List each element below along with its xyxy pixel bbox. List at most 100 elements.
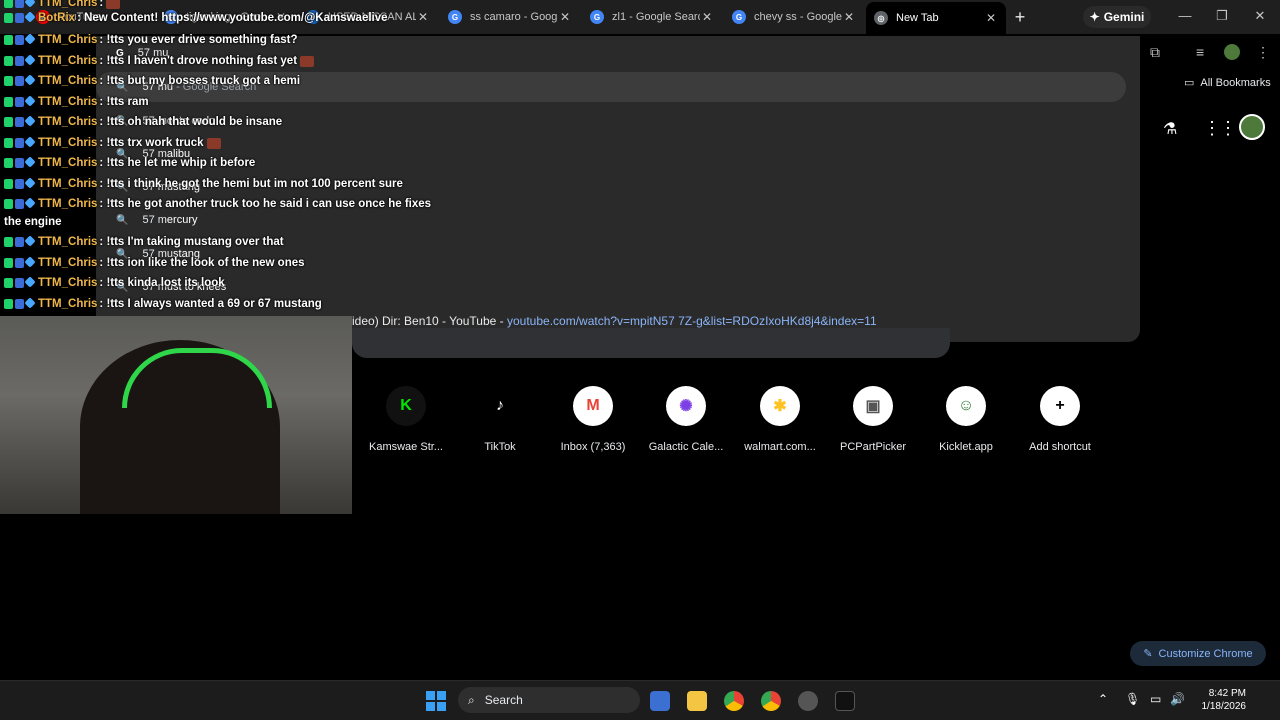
volume-icon[interactable]: 🔊 — [1170, 692, 1185, 706]
chat-message: TTM_Chris: !tts I always wanted a 69 or … — [4, 297, 322, 310]
chat-text: : !tts oh nah that would be insane — [99, 116, 283, 128]
shortcut-tile[interactable]: ♪ TikTok — [453, 386, 547, 453]
chat-badges-icon — [4, 136, 36, 148]
close-tab-icon[interactable]: ✕ — [558, 10, 572, 24]
shortcut-label: Kicklet.app — [939, 441, 993, 453]
history-suggestion[interactable]: ideo) Dir: Ben10 - YouTube - youtube.com… — [352, 314, 877, 328]
microphone-icon[interactable]: 🎙 — [1125, 692, 1140, 706]
shortcut-icon: ☺ — [946, 386, 986, 426]
tiktok-taskbar-icon[interactable] — [835, 691, 855, 711]
chat-badges-icon — [4, 95, 36, 107]
bookmarks-label: All Bookmarks — [1200, 76, 1271, 89]
chat-text: : New Content! https://www.youtube.com/@… — [77, 12, 388, 24]
sparkle-icon: ✦ — [1089, 10, 1100, 24]
chat-text: : !tts i think he got the hemi but im no… — [99, 178, 403, 190]
file-explorer-icon[interactable] — [687, 691, 707, 711]
network-icon[interactable]: ▭ — [1150, 692, 1161, 706]
chat-message: TTM_Chris: !tts kinda lost its look — [4, 276, 225, 289]
chat-message: TTM_Chris: !tts trx work truck — [4, 136, 221, 149]
profile-avatar[interactable] — [1224, 44, 1240, 60]
chat-username: TTM_Chris — [38, 198, 98, 210]
chat-message: TTM_Chris: !tts i think he got the hemi … — [4, 177, 403, 190]
chat-text: : !tts you ever drive something fast? — [99, 34, 298, 46]
chat-badges-icon — [4, 0, 36, 8]
tab-title: chevy ss - Google S — [754, 11, 842, 23]
system-clock[interactable]: 8:42 PM 1/18/2026 — [1194, 687, 1247, 713]
customize-label: Customize Chrome — [1158, 647, 1253, 660]
taskbar-search[interactable]: ⌕ Search — [458, 687, 640, 713]
shortcut-icon: ✺ — [666, 386, 706, 426]
chat-badges-icon — [4, 156, 36, 168]
shortcut-label: Kamswae Str... — [369, 441, 443, 453]
screen: ▶ YouTube G tiger king - Goo ✕ • USED NI… — [0, 0, 1280, 720]
tab-chevy-ss[interactable]: G chevy ss - Google S ✕ — [724, 5, 864, 29]
google-icon: G — [448, 10, 462, 24]
ntp-search-box[interactable] — [352, 328, 950, 358]
chat-username: TTM_Chris — [38, 34, 98, 46]
tab-ss-camaro[interactable]: G ss camaro - Googl ✕ — [440, 5, 580, 29]
shortcut-tile[interactable]: + Add shortcut — [1013, 386, 1107, 453]
close-tab-icon[interactable]: ✕ — [700, 10, 714, 24]
shortcut-label: PCPartPicker — [839, 441, 907, 453]
history-url[interactable]: youtube.com/watch?v=mpitN57 7Z-g&list=RD… — [507, 314, 877, 328]
chat-badges-icon — [4, 115, 36, 127]
chat-badges-icon — [4, 74, 36, 86]
labs-flask-icon[interactable]: ⚗ — [1163, 119, 1177, 139]
chat-message-continuation: the engine — [4, 216, 62, 228]
tab-zl1[interactable]: G zl1 - Google Search ✕ — [582, 5, 722, 29]
chat-message: TTM_Chris: !tts oh nah that would be ins… — [4, 115, 283, 128]
tab-title: ss camaro - Googl — [470, 11, 558, 23]
new-tab-button[interactable]: + — [1010, 8, 1030, 26]
folder-icon: ▭ — [1184, 77, 1195, 89]
store-icon[interactable] — [650, 691, 670, 711]
shortcut-tile[interactable]: ▣ PCPartPicker — [826, 386, 920, 453]
shortcut-tile[interactable]: ✺ Galactic Cale... — [639, 386, 733, 453]
taskbar-search-label: Search — [484, 693, 523, 707]
shortcut-tile[interactable]: K Kamswae Str... — [359, 386, 453, 453]
shortcut-tile[interactable]: ✱ walmart.com... — [733, 386, 827, 453]
gemini-button[interactable]: ✦ Gemini — [1083, 6, 1151, 28]
shortcut-label: Inbox (7,363) — [560, 441, 626, 453]
maximize-button[interactable]: ❐ — [1212, 8, 1232, 24]
shortcut-label: Galactic Cale... — [648, 441, 724, 453]
shortcut-tile[interactable]: ☺ Kicklet.app — [919, 386, 1013, 453]
chat-username: TTM_Chris — [38, 157, 98, 169]
chrome-taskbar-icon[interactable] — [724, 691, 744, 711]
close-tab-icon[interactable]: ✕ — [984, 11, 998, 25]
extensions-icon[interactable]: ⧉ — [1150, 44, 1160, 61]
close-tab-icon[interactable]: ✕ — [842, 10, 856, 24]
menu-icon[interactable]: ⋮ — [1256, 44, 1270, 61]
google-icon: G — [590, 10, 604, 24]
chat-text: : !tts kinda lost its look — [99, 277, 225, 289]
chat-username: TTM_Chris — [38, 277, 98, 289]
minimize-button[interactable]: — — [1175, 8, 1195, 23]
shortcut-tile[interactable]: M Inbox (7,363) — [546, 386, 640, 453]
chrome-icon: ◎ — [874, 11, 888, 25]
chat-message: TTM_Chris: !tts he let me whip it before — [4, 156, 255, 169]
chat-message: TTM_Chris: !tts he got another truck too… — [4, 197, 431, 210]
chat-message: TTM_Chris: !tts ion like the look of the… — [4, 256, 305, 269]
customize-chrome-button[interactable]: ✎ Customize Chrome — [1130, 641, 1266, 666]
shortcut-label: TikTok — [484, 441, 516, 453]
chat-badges-icon — [4, 235, 36, 247]
chat-message: TTM_Chris: — [4, 0, 121, 9]
chat-message: TTM_Chris: !tts but my bosses truck got … — [4, 74, 300, 87]
taskbar — [0, 680, 1280, 720]
chrome-profile-taskbar-icon[interactable] — [761, 691, 781, 711]
chat-text: : !tts trx work truck — [99, 137, 204, 149]
chat-message: BotRix: New Content! https://www.youtube… — [4, 11, 388, 24]
chat-message: TTM_Chris: !tts you ever drive something… — [4, 33, 298, 46]
shortcut-label: walmart.com... — [744, 441, 816, 453]
obs-icon[interactable] — [798, 691, 818, 711]
chevron-up-icon[interactable]: ⌃ — [1098, 692, 1108, 706]
tab-new-tab[interactable]: ◎ New Tab ✕ — [866, 2, 1006, 34]
close-window-button[interactable]: ✕ — [1250, 8, 1270, 24]
chat-message: TTM_Chris: !tts I'm taking mustang over … — [4, 235, 284, 248]
all-bookmarks[interactable]: ▭ All Bookmarks — [1184, 76, 1271, 90]
account-avatar[interactable] — [1239, 114, 1265, 140]
chat-badges-icon — [4, 297, 36, 309]
chat-badges-icon — [4, 177, 36, 189]
start-button[interactable] — [426, 691, 446, 711]
chat-badges-icon — [4, 33, 36, 45]
media-control-icon[interactable]: ≡ — [1196, 44, 1204, 60]
